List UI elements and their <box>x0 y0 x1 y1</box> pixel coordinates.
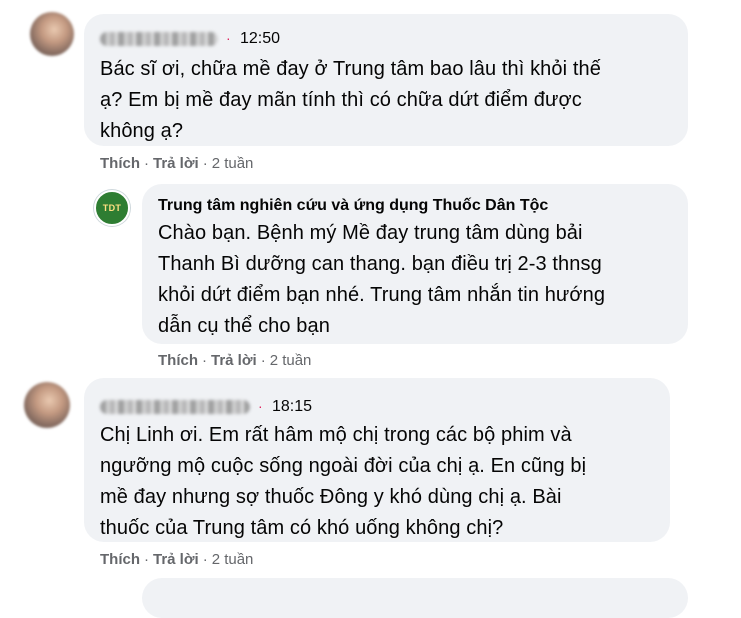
reply-bubble: Trung tâm nghiên cứu và ứng dụng Thuốc D… <box>142 184 688 344</box>
reply-author[interactable]: Trung tâm nghiên cứu và ứng dụng Thuốc D… <box>158 197 548 215</box>
separator-dot: · <box>258 398 263 414</box>
separator: · <box>144 155 149 172</box>
comment-text: Bác sĩ ơi, chữa mề đay ở Trung tâm bao l… <box>100 58 601 142</box>
separator-dot: · <box>226 30 231 46</box>
comment-age[interactable]: 2 tuần <box>270 352 312 369</box>
reply-link[interactable]: Trả lời <box>153 551 199 568</box>
comment-age[interactable]: 2 tuần <box>212 155 254 172</box>
reply-text: Chào bạn. Bệnh mý Mề đay trung tâm dùng … <box>158 222 606 337</box>
comment-actions: Thích · Trả lời · 2 tuần <box>100 551 253 568</box>
reply-link[interactable]: Trả lời <box>211 352 257 369</box>
commenter-avatar[interactable] <box>30 12 74 56</box>
reply-actions: Thích · Trả lời · 2 tuần <box>158 352 311 369</box>
comment-text: Chị Linh ơi. Em rất hâm mộ chị trong các… <box>100 424 587 539</box>
comment-timestamp: 12:50 <box>240 30 281 47</box>
like-link[interactable]: Thích <box>158 352 198 369</box>
comment-timestamp: 18:15 <box>272 398 313 415</box>
commenter-name-blurred[interactable] <box>100 400 250 414</box>
separator: · <box>260 352 266 369</box>
like-link[interactable]: Thích <box>100 551 140 568</box>
commenter-name-blurred[interactable] <box>100 32 218 46</box>
separator: · <box>202 352 207 369</box>
page-logo-avatar[interactable]: TDT <box>94 190 130 226</box>
comment-bubble: · 18:15 Chị Linh ơi. Em rất hâm mộ chị t… <box>84 378 670 542</box>
logo-text: TDT <box>102 203 122 213</box>
reply-link[interactable]: Trả lời <box>153 155 199 172</box>
comment-actions: Thích · Trả lời · 2 tuần <box>100 155 253 172</box>
separator: · <box>144 551 149 568</box>
comment-bubble: · 12:50 Bác sĩ ơi, chữa mề đay ở Trung t… <box>84 14 688 146</box>
commenter-avatar[interactable] <box>24 382 70 428</box>
next-comment-bubble-partial <box>142 578 688 618</box>
comment-age[interactable]: 2 tuần <box>212 551 254 568</box>
separator: · <box>202 155 208 172</box>
separator: · <box>202 551 208 568</box>
like-link[interactable]: Thích <box>100 155 140 172</box>
